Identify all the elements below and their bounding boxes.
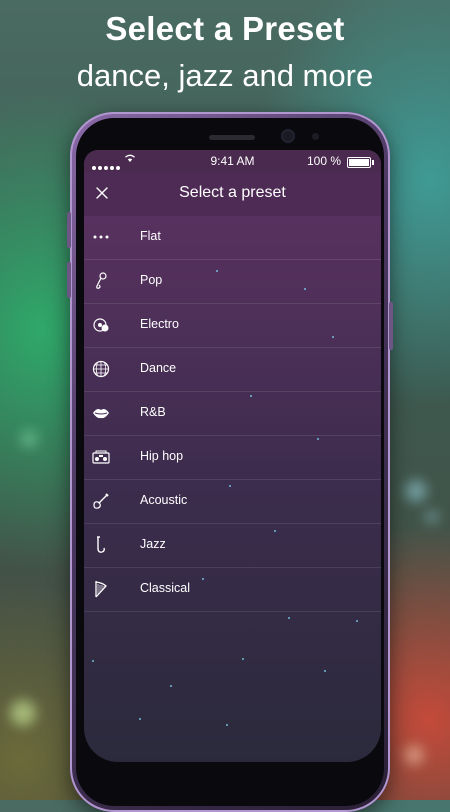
promo-title: Select a Preset [105, 10, 345, 47]
lips-icon [92, 404, 110, 422]
preset-label: Acoustic [140, 493, 188, 507]
preset-label: Electro [140, 317, 179, 331]
guitar-icon [92, 492, 110, 510]
preset-item-hip-hop[interactable]: Hip hop [84, 436, 381, 480]
sparkle [317, 438, 319, 440]
phone-frame: 9:41 AM 100 % Select a preset Flat Pop E… [67, 112, 393, 812]
preset-item-electro[interactable]: Electro [84, 304, 381, 348]
disco-ball-icon [92, 360, 110, 378]
sparkle [304, 288, 306, 290]
bokeh-light [10, 700, 36, 726]
preset-label: Pop [140, 273, 163, 287]
saxophone-icon [92, 536, 110, 554]
preset-item-flat[interactable]: Flat [84, 216, 381, 260]
battery-percent: 100 % [306, 154, 341, 168]
sparkle [202, 578, 204, 580]
sparkle [242, 658, 244, 660]
sparkle [216, 270, 218, 272]
header-bar: Select a preset [84, 172, 381, 216]
bokeh-light [405, 480, 427, 502]
boombox-icon [92, 448, 110, 466]
phone-side-button [389, 302, 393, 350]
sparkle [332, 336, 334, 338]
sparkle [139, 718, 141, 720]
harp-icon [92, 580, 110, 598]
preset-label: R&B [140, 405, 166, 419]
preset-item-dance[interactable]: Dance [84, 348, 381, 392]
sparkle [356, 620, 358, 622]
preset-item-rnb[interactable]: R&B [84, 392, 381, 436]
preset-item-jazz[interactable]: Jazz [84, 524, 381, 568]
phone-bezel: 9:41 AM 100 % Select a preset Flat Pop E… [76, 118, 384, 806]
sparkle [250, 395, 252, 397]
sparkle [226, 724, 228, 726]
app-screen: 9:41 AM 100 % Select a preset Flat Pop E… [84, 150, 381, 762]
bokeh-light [425, 510, 439, 524]
preset-label: Jazz [140, 537, 166, 551]
phone-side-button [67, 262, 71, 298]
preset-item-acoustic[interactable]: Acoustic [84, 480, 381, 524]
record-icon [92, 316, 110, 334]
sparkle [274, 530, 276, 532]
microphone-icon [92, 272, 110, 290]
preset-item-classical[interactable]: Classical [84, 568, 381, 612]
phone-sensor [312, 133, 319, 140]
phone-side-button [67, 212, 71, 248]
preset-item-pop[interactable]: Pop [84, 260, 381, 304]
page-title: Select a preset [179, 184, 286, 201]
preset-label: Classical [140, 581, 191, 595]
phone-speaker [209, 135, 255, 140]
preset-label: Hip hop [140, 449, 184, 463]
front-camera [283, 131, 293, 141]
sparkle [92, 660, 94, 662]
sparkle [170, 685, 172, 687]
battery-icon [347, 157, 374, 168]
status-bar: 9:41 AM 100 % [84, 150, 381, 172]
sparkle [324, 670, 326, 672]
bokeh-light [404, 745, 424, 765]
dots-icon [92, 228, 110, 246]
bokeh-light [20, 430, 38, 448]
preset-list: Flat Pop Electro Dance R&B Hip hop Acous… [84, 216, 381, 612]
sparkle [288, 617, 290, 619]
sparkle [229, 485, 231, 487]
preset-label: Flat [140, 229, 161, 243]
promo-subtitle: dance, jazz and more [76, 58, 374, 93]
preset-label: Dance [140, 361, 177, 375]
